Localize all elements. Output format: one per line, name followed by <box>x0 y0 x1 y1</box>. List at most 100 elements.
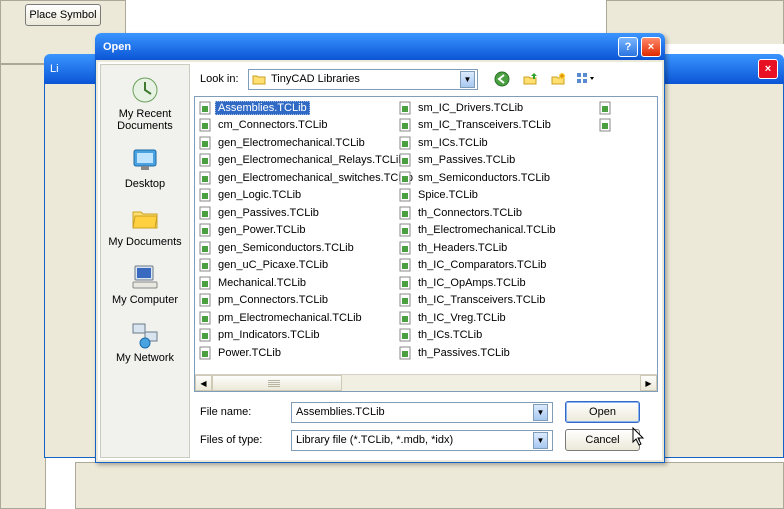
file-item[interactable]: sm_Passives.TCLib <box>397 152 597 170</box>
places-bar: My Recent Documents Desktop My Documents… <box>100 64 190 458</box>
file-name: gen_Power.TCLib <box>215 223 308 237</box>
filename-combo[interactable]: Assemblies.TCLib ▼ <box>291 402 553 423</box>
help-button[interactable]: ? <box>618 37 638 57</box>
file-name: gen_Electromechanical.TCLib <box>215 136 368 150</box>
file-item[interactable]: gen_Electromechanical.TCLib <box>197 134 397 152</box>
library-file-icon <box>197 117 213 133</box>
file-name: Spice.TCLib <box>415 188 481 202</box>
scroll-right-arrow[interactable]: ▶ <box>640 375 657 391</box>
file-name: gen_Electromechanical_switches.TCLib <box>215 171 416 185</box>
file-item[interactable]: gen_Power.TCLib <box>197 222 397 240</box>
file-item[interactable]: th_Passives.TCLib <box>397 344 597 362</box>
open-button[interactable]: Open <box>565 401 640 423</box>
filetype-combo[interactable]: Library file (*.TCLib, *.mdb, *idx) ▼ <box>291 430 553 451</box>
file-list[interactable]: Assemblies.TCLib cm_Connectors.TCLib gen_E… <box>194 96 658 392</box>
file-name: th_IC_Comparators.TCLib <box>415 258 549 272</box>
library-file-icon <box>197 257 213 273</box>
dropdown-arrow-icon[interactable]: ▼ <box>460 71 475 88</box>
file-item[interactable]: th_Connectors.TCLib <box>397 204 597 222</box>
file-item[interactable]: gen_Semiconductors.TCLib <box>197 239 397 257</box>
place-my-computer[interactable]: My Computer <box>101 254 189 312</box>
view-menu-icon[interactable] <box>576 69 596 89</box>
file-name: Assemblies.TCLib <box>215 101 310 115</box>
file-name: pm_Indicators.TCLib <box>215 328 323 342</box>
nav-up-icon[interactable] <box>520 69 540 89</box>
file-item[interactable]: pm_Electromechanical.TCLib <box>197 309 397 327</box>
file-name: gen_Electromechanical_Relays.TCLib <box>215 153 407 167</box>
file-item[interactable]: sm_IC_Drivers.TCLib <box>397 99 597 117</box>
filename-value: Assemblies.TCLib <box>296 406 385 418</box>
close-button[interactable]: × <box>641 37 661 57</box>
file-item[interactable]: th_IC_Comparators.TCLib <box>397 257 597 275</box>
file-item[interactable]: th_IC_OpAmps.TCLib <box>397 274 597 292</box>
library-file-icon <box>197 187 213 203</box>
file-item[interactable] <box>597 117 657 135</box>
file-item[interactable]: th_ICs.TCLib <box>397 327 597 345</box>
file-item[interactable]: th_Electromechanical.TCLib <box>397 222 597 240</box>
library-file-icon <box>397 310 413 326</box>
file-item[interactable]: th_Headers.TCLib <box>397 239 597 257</box>
place-label: Desktop <box>125 178 165 190</box>
library-file-icon <box>397 187 413 203</box>
file-name: th_IC_Vreg.TCLib <box>415 311 509 325</box>
file-item[interactable]: pm_Indicators.TCLib <box>197 327 397 345</box>
file-item[interactable]: gen_Logic.TCLib <box>197 187 397 205</box>
file-item[interactable]: th_IC_Transceivers.TCLib <box>397 292 597 310</box>
library-file-icon <box>397 240 413 256</box>
library-file-icon <box>397 170 413 186</box>
file-item[interactable]: Assemblies.TCLib <box>197 99 397 117</box>
file-item[interactable]: th_IC_Vreg.TCLib <box>397 309 597 327</box>
place-label: My Recent Documents <box>103 108 187 132</box>
dropdown-arrow-icon[interactable]: ▼ <box>533 432 548 449</box>
file-name: sm_IC_Drivers.TCLib <box>415 101 526 115</box>
file-item[interactable]: Power.TCLib <box>197 344 397 362</box>
folder-icon <box>129 202 161 234</box>
lookin-combo[interactable]: TinyCAD Libraries ▼ <box>248 69 478 90</box>
file-item[interactable]: gen_Electromechanical_switches.TCLib <box>197 169 397 187</box>
place-my-documents[interactable]: My Documents <box>101 196 189 254</box>
cancel-button[interactable]: Cancel <box>565 429 640 451</box>
file-item[interactable]: Spice.TCLib <box>397 187 597 205</box>
file-item[interactable]: pm_Connectors.TCLib <box>197 292 397 310</box>
place-recent[interactable]: My Recent Documents <box>101 68 189 138</box>
file-item[interactable]: sm_IC_Transceivers.TCLib <box>397 117 597 135</box>
new-folder-icon[interactable] <box>548 69 568 89</box>
file-name: cm_Connectors.TCLib <box>215 118 330 132</box>
file-item[interactable]: sm_ICs.TCLib <box>397 134 597 152</box>
file-item[interactable]: gen_uC_Picaxe.TCLib <box>197 257 397 275</box>
file-item[interactable] <box>597 99 657 117</box>
background-title: Li <box>50 63 59 75</box>
file-name: Power.TCLib <box>215 346 284 360</box>
file-name: sm_ICs.TCLib <box>415 136 491 150</box>
folder-icon <box>251 71 267 87</box>
library-file-icon <box>197 135 213 151</box>
library-file-icon <box>197 275 213 291</box>
file-name: th_Passives.TCLib <box>415 346 513 360</box>
file-item[interactable]: gen_Passives.TCLib <box>197 204 397 222</box>
scroll-left-arrow[interactable]: ◀ <box>195 375 212 391</box>
library-file-icon <box>197 152 213 168</box>
file-item[interactable]: cm_Connectors.TCLib <box>197 117 397 135</box>
filetype-value: Library file (*.TCLib, *.mdb, *idx) <box>296 434 453 446</box>
horizontal-scrollbar[interactable]: ◀ ▶ <box>195 374 657 391</box>
file-item[interactable]: gen_Electromechanical_Relays.TCLib <box>197 152 397 170</box>
library-file-icon <box>397 327 413 343</box>
file-name: sm_IC_Transceivers.TCLib <box>415 118 554 132</box>
lookin-label: Look in: <box>196 73 248 85</box>
file-name: pm_Electromechanical.TCLib <box>215 311 365 325</box>
place-desktop[interactable]: Desktop <box>101 138 189 196</box>
library-file-icon <box>197 170 213 186</box>
library-file-icon <box>597 117 613 133</box>
dropdown-arrow-icon[interactable]: ▼ <box>533 404 548 421</box>
place-symbol-button[interactable]: Place Symbol <box>25 4 101 26</box>
network-icon <box>129 318 161 350</box>
place-my-network[interactable]: My Network <box>101 312 189 370</box>
background-close-button[interactable]: × <box>758 59 778 79</box>
dialog-title: Open <box>99 41 615 53</box>
file-item[interactable]: Mechanical.TCLib <box>197 274 397 292</box>
library-file-icon <box>397 257 413 273</box>
nav-back-icon[interactable] <box>492 69 512 89</box>
file-name: pm_Connectors.TCLib <box>215 293 331 307</box>
file-item[interactable]: sm_Semiconductors.TCLib <box>397 169 597 187</box>
file-name: gen_Logic.TCLib <box>215 188 304 202</box>
